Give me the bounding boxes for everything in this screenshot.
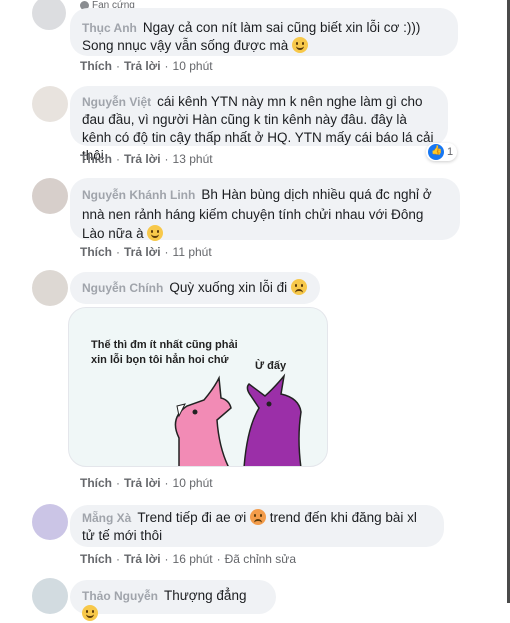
comment-actions: Thích · Trả lời · 13 phút [80,152,213,166]
comment-bubble: Mẵng Xà Trend tiếp đi ae ơi trend đến khi… [70,505,444,547]
like-link[interactable]: Thích [80,245,112,259]
comment-bubble: Thục Anh Ngay cả con nít làm sai cũng biế… [70,8,458,56]
timestamp[interactable]: 10 phút [173,476,213,490]
comment-bubble: Nguyễn Chính Quỳ xuống xin lỗi đi [70,272,320,304]
comment-text-line2: Song nnục vậy vẫn sống được mà [82,38,289,53]
reaction-badge[interactable]: 1 [426,143,458,161]
comment-bubble: Thảo Nguyễn Thượng đẳng [70,580,276,621]
comment-actions: Thích · Trả lời · 11 phút [80,245,212,259]
avatar[interactable] [32,270,68,306]
commenter-name[interactable]: Nguyễn Khánh Linh [82,188,195,202]
comment-text: Trend tiếp đi ae ơi [137,510,247,525]
sticker-image[interactable]: Thế thì đm ít nhất cũng phải xin lỗi bọn… [68,307,328,467]
timestamp[interactable]: 10 phút [173,59,213,73]
edited-label[interactable]: Đã chỉnh sửa [225,552,296,566]
commenter-name[interactable]: Mẵng Xà [82,511,131,525]
reply-link[interactable]: Trả lời [124,152,161,166]
commenter-name[interactable]: Thảo Nguyễn [82,589,158,603]
like-reaction-icon [428,144,444,160]
commenter-name[interactable]: Thục Anh [82,21,137,35]
comment-actions: Thích · Trả lời · 10 phút [80,59,213,73]
timestamp[interactable]: 13 phút [173,152,213,166]
reply-link[interactable]: Trả lời [124,552,161,566]
reply-link[interactable]: Trả lời [124,59,161,73]
comment-bubble: Nguyễn Khánh Linh Bh Hàn bùng dịch nhiều … [70,178,460,241]
avatar[interactable] [32,504,68,540]
smile-emoji-icon [82,605,98,621]
like-link[interactable]: Thích [80,552,112,566]
comment-text: Ngay cả con nít làm sai cũng biết xin lỗ… [142,20,421,35]
comment-actions: Thích · Trả lời · 10 phút [80,476,213,490]
reply-link[interactable]: Trả lời [124,245,161,259]
like-link[interactable]: Thích [80,59,112,73]
comment-actions: Thích · Trả lời · 16 phút · Đã chỉnh sửa [80,552,296,566]
reply-link[interactable]: Trả lời [124,476,161,490]
avatar[interactable] [32,178,68,214]
reaction-count: 1 [447,146,454,158]
timestamp[interactable]: 11 phút [173,245,212,259]
comment-text: Quỳ xuống xin lỗi đi [169,280,288,295]
angry-emoji-icon [250,509,267,525]
like-link[interactable]: Thích [80,152,112,166]
like-link[interactable]: Thích [80,476,112,490]
sad-emoji-icon [290,279,307,295]
commenter-name[interactable]: Nguyễn Việt [82,95,151,109]
comment-bubble: Nguyễn Việt cái kênh YTN này mn k nên ngh… [70,86,448,163]
comment-text: Thượng đẳng [164,588,247,603]
avatar[interactable] [32,578,68,614]
commenter-name[interactable]: Nguyễn Chính [82,281,163,295]
dragons-illustration [174,373,302,466]
timestamp[interactable]: 16 phút [173,552,213,566]
smile-emoji-icon [147,225,164,241]
smile-emoji-icon [292,37,309,53]
avatar[interactable] [32,86,68,122]
avatar[interactable] [32,0,66,30]
